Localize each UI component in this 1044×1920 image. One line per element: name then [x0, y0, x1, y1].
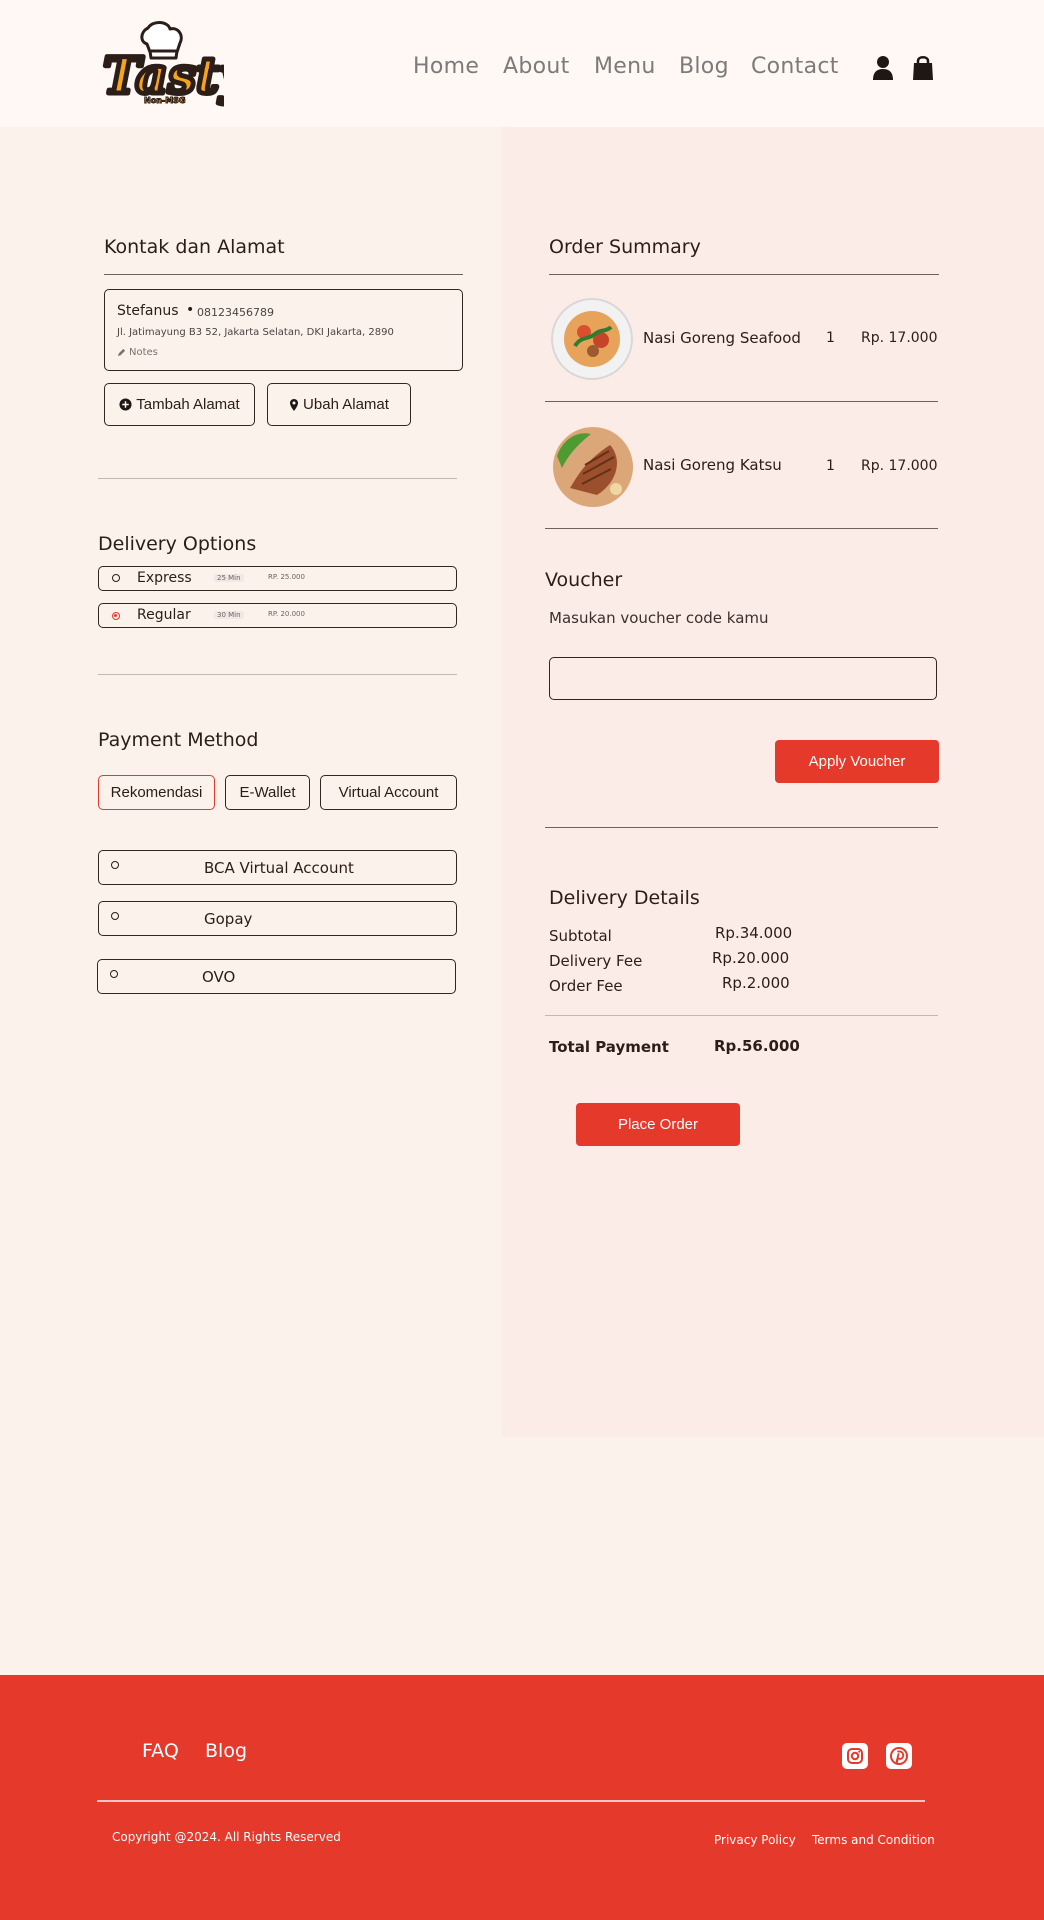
nav-blog[interactable]: Blog	[679, 54, 729, 79]
delivery-details-title: Delivery Details	[549, 887, 700, 909]
express-price: RP. 25.000	[268, 573, 305, 581]
tab-e-wallet[interactable]: E-Wallet	[225, 775, 310, 810]
express-label: Express	[137, 570, 192, 586]
express-radio[interactable]	[112, 574, 120, 582]
notes-label: Notes	[129, 347, 158, 358]
voucher-prompt: Masukan voucher code kamu	[549, 609, 769, 627]
ovo-radio[interactable]	[110, 970, 118, 978]
item-price: Rp. 17.000	[861, 330, 938, 346]
item-name: Nasi Goreng Katsu	[643, 456, 782, 474]
order-summary-title: Order Summary	[549, 236, 701, 258]
total-payment-value: Rp.56.000	[714, 1037, 800, 1055]
nasi-goreng-katsu-image	[553, 427, 633, 507]
location-pin-icon	[290, 398, 299, 411]
terms-condition-link[interactable]: Terms and Condition	[812, 1833, 935, 1847]
notes-link[interactable]: Notes	[117, 347, 158, 358]
delivery-options-title: Delivery Options	[98, 533, 257, 555]
nasi-goreng-seafood-image	[551, 298, 633, 380]
payment-method-title: Payment Method	[98, 729, 259, 751]
nav-home[interactable]: Home	[413, 54, 479, 79]
tasty-logo[interactable]: Tasty Non-MSG	[100, 20, 224, 108]
regular-label: Regular	[137, 607, 191, 623]
user-icon[interactable]	[871, 55, 895, 81]
delivery-option-regular[interactable]: Regular 30 Min RP. 20.000	[98, 603, 457, 628]
plus-circle-icon	[119, 398, 132, 411]
site-footer: FAQ Blog Copyright @2024. All Rights Res…	[0, 1675, 1044, 1920]
tab-rekomendasi[interactable]: Rekomendasi	[98, 775, 215, 810]
delivery-option-express[interactable]: Express 25 Min RP. 25.000	[98, 566, 457, 591]
item-price: Rp. 17.000	[861, 458, 938, 474]
express-time: 25 Min	[214, 574, 244, 582]
voucher-input[interactable]	[549, 657, 937, 700]
voucher-title: Voucher	[545, 569, 623, 591]
shopping-bag-icon[interactable]	[911, 55, 935, 81]
add-address-button[interactable]: Tambah Alamat	[104, 383, 255, 426]
ovo-label: OVO	[202, 968, 236, 986]
gopay-radio[interactable]	[111, 912, 119, 920]
privacy-policy-link[interactable]: Privacy Policy	[714, 1833, 796, 1847]
address-card[interactable]: Stefanus • 08123456789 Jl. Jatimayung B3…	[104, 289, 463, 371]
order-fee-value: Rp.2.000	[722, 974, 790, 992]
footer-divider	[97, 1800, 925, 1802]
payment-option-ovo[interactable]: OVO	[97, 959, 456, 994]
regular-radio[interactable]	[112, 612, 120, 620]
regular-time: 30 Min	[214, 611, 244, 619]
gopay-label: Gopay	[204, 910, 253, 928]
subtotal-value: Rp.34.000	[715, 924, 793, 942]
delivery-fee-label: Delivery Fee	[549, 952, 643, 970]
add-address-label: Tambah Alamat	[136, 396, 240, 413]
apply-voucher-button[interactable]: Apply Voucher	[775, 740, 939, 783]
contact-phone: 08123456789	[197, 306, 274, 319]
copyright-text: Copyright @2024. All Rights Reserved	[112, 1830, 341, 1844]
footer-blog-link[interactable]: Blog	[205, 1740, 247, 1762]
contact-name: Stefanus	[117, 303, 179, 319]
site-header: Tasty Non-MSG Home About Menu Blog Conta…	[0, 0, 1044, 127]
contact-separator: •	[186, 302, 195, 318]
bca-radio[interactable]	[111, 861, 119, 869]
contact-title: Kontak dan Alamat	[104, 236, 285, 258]
logo-subtext: Non-MSG	[144, 96, 186, 105]
nav-contact[interactable]: Contact	[751, 54, 839, 79]
item-qty: 1	[826, 330, 835, 346]
regular-price: RP. 20.000	[268, 610, 305, 618]
payment-option-bca[interactable]: BCA Virtual Account	[98, 850, 457, 885]
contact-address: Jl. Jatimayung B3 52, Jakarta Selatan, D…	[117, 327, 394, 338]
item-qty: 1	[826, 458, 835, 474]
tab-virtual-account[interactable]: Virtual Account	[320, 775, 457, 810]
bca-label: BCA Virtual Account	[204, 859, 354, 877]
subtotal-label: Subtotal	[549, 927, 612, 945]
instagram-icon[interactable]	[842, 1743, 868, 1769]
order-fee-label: Order Fee	[549, 977, 623, 995]
item-name: Nasi Goreng Seafood	[643, 329, 801, 347]
footer-faq-link[interactable]: FAQ	[142, 1740, 179, 1762]
pinterest-icon[interactable]	[886, 1743, 912, 1769]
change-address-label: Ubah Alamat	[303, 396, 389, 413]
delivery-fee-value: Rp.20.000	[712, 949, 790, 967]
change-address-button[interactable]: Ubah Alamat	[267, 383, 411, 426]
total-payment-label: Total Payment	[549, 1038, 669, 1056]
payment-option-gopay[interactable]: Gopay	[98, 901, 457, 936]
place-order-button[interactable]: Place Order	[576, 1103, 740, 1146]
edit-icon	[117, 348, 126, 357]
nav-menu[interactable]: Menu	[594, 54, 656, 79]
nav-about[interactable]: About	[503, 54, 570, 79]
